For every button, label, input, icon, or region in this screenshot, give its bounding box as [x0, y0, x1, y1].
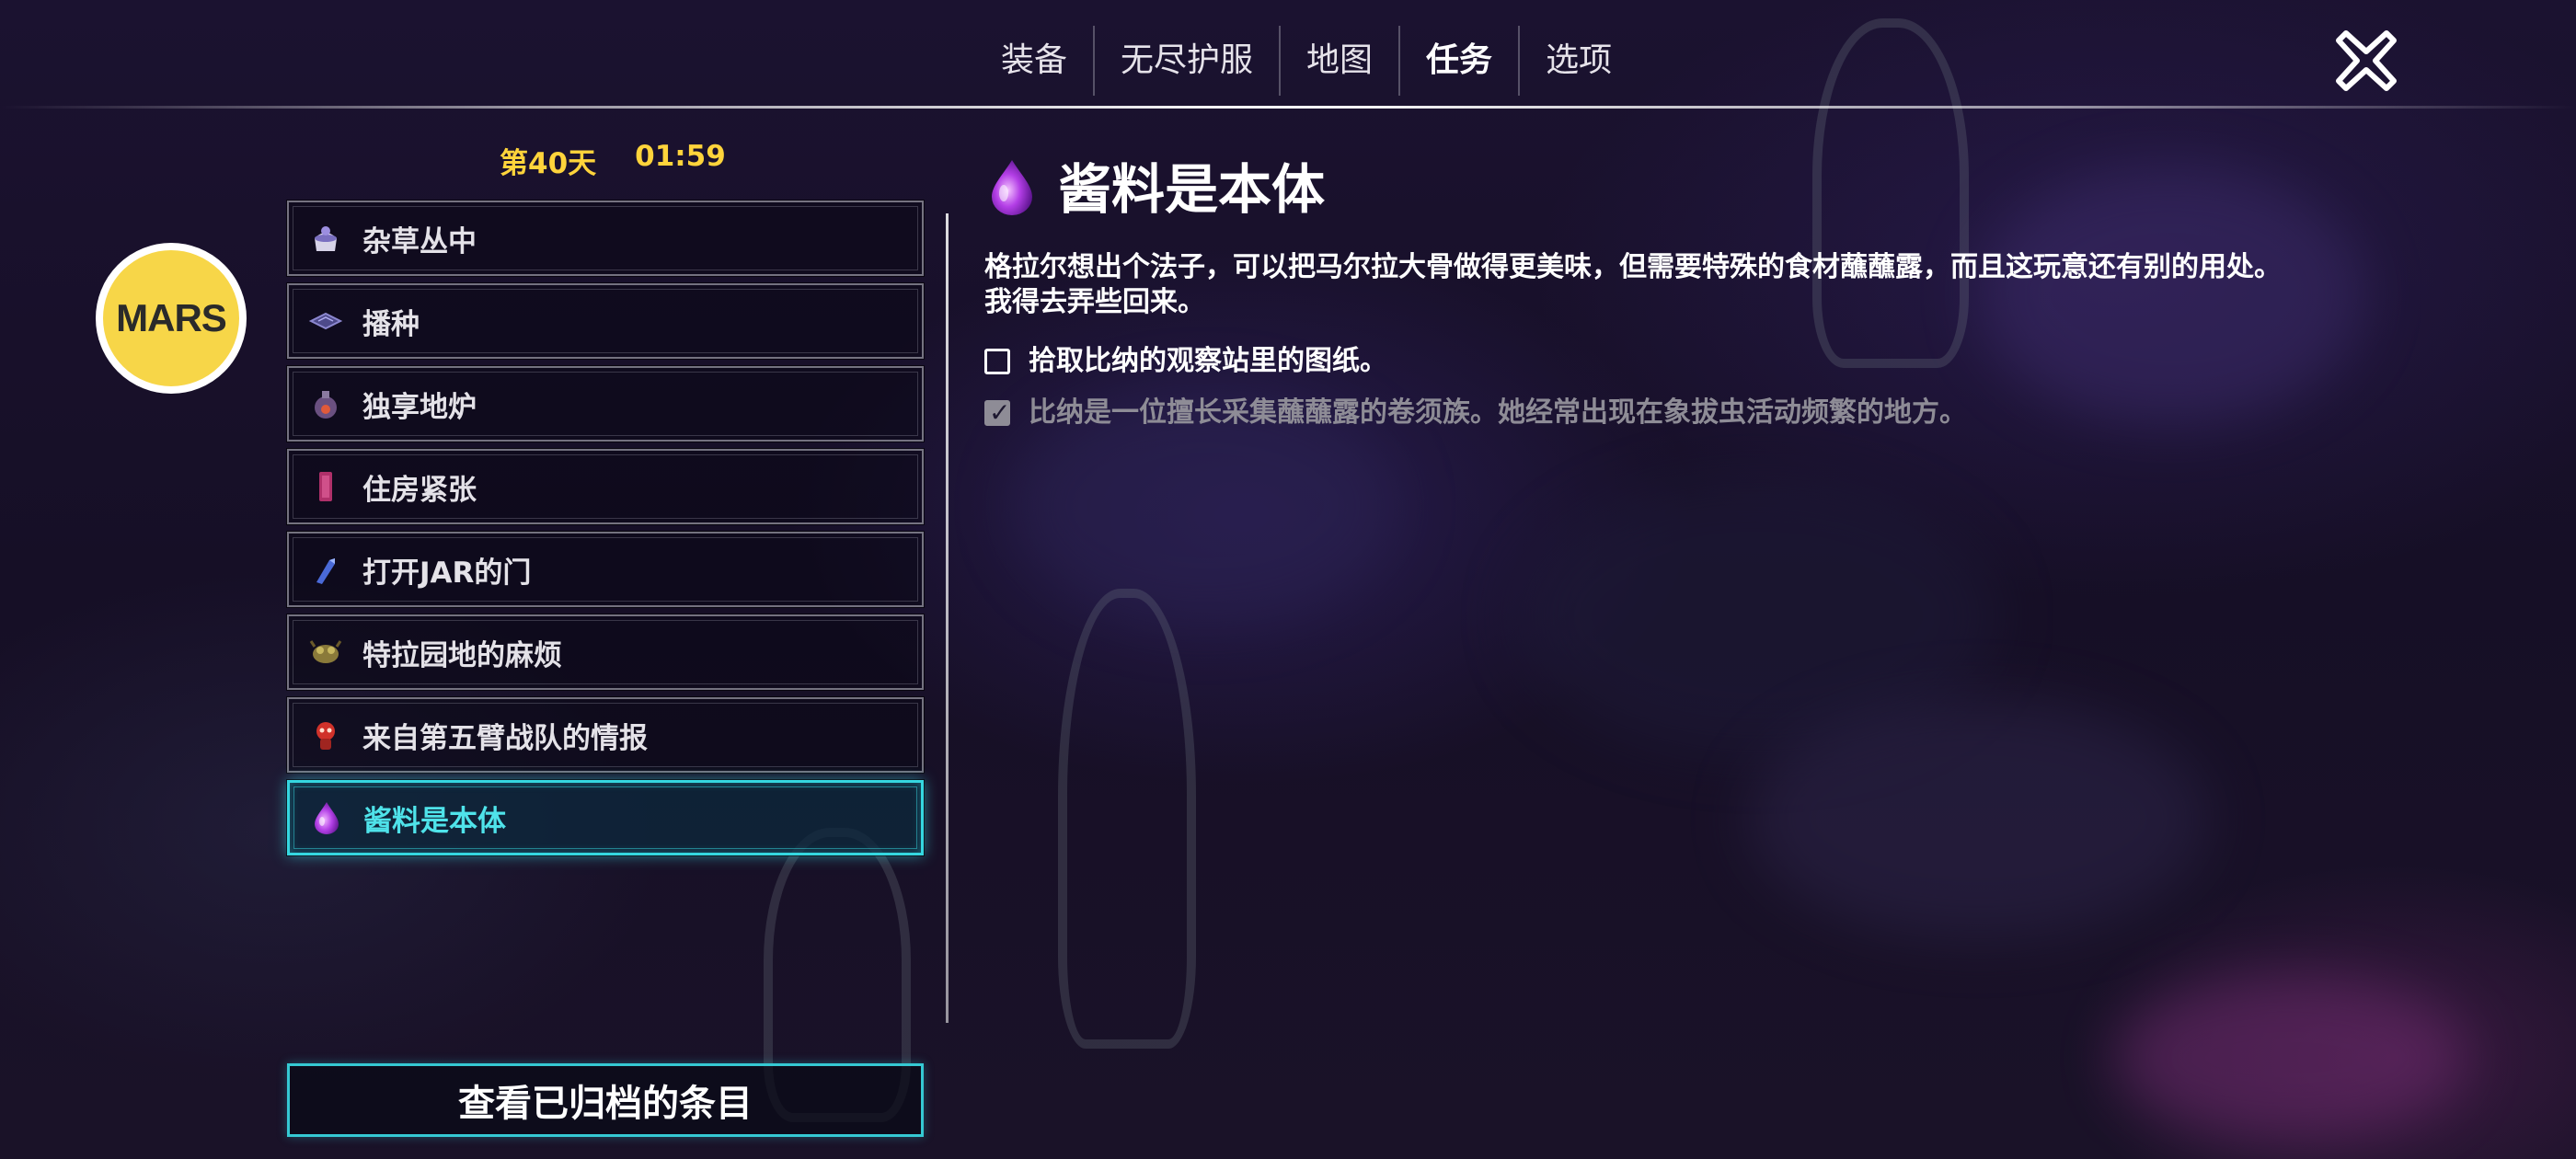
- furnace-icon: [307, 385, 344, 422]
- close-icon[interactable]: [2333, 28, 2399, 94]
- purple-droplet-icon: [984, 158, 1040, 217]
- red-alien-icon: [307, 717, 344, 753]
- seed-tray-icon: [307, 303, 344, 339]
- quest-item-jar-door[interactable]: 打开JAR的门: [286, 531, 925, 608]
- quest-label: 酱料是本体: [363, 804, 506, 838]
- tab-endless-suit[interactable]: 无尽护服: [1095, 26, 1279, 96]
- day-time-display: 第40天 01:59: [500, 140, 726, 181]
- quest-item-housing[interactable]: 住房紧张: [286, 448, 925, 525]
- tab-quests[interactable]: 任务: [1400, 26, 1518, 96]
- purple-droplet-icon: [308, 799, 345, 836]
- quest-description: 格拉尔想出个法子，可以把马尔拉大骨做得更美味，但需要特殊的食材蘸蘸露，而且这玩意…: [984, 251, 2282, 318]
- objective-text: 比纳是一位擅长采集蘸蘸露的卷须族。她经常出现在象拔虫活动频繁的地方。: [1029, 396, 1967, 429]
- quest-title: 酱料是本体: [1058, 158, 1326, 221]
- quest-label: 打开JAR的门: [362, 556, 532, 590]
- key-crystal-icon: [307, 551, 344, 588]
- door-panel-icon: [307, 468, 344, 505]
- quest-item-terra-garden[interactable]: 特拉园地的麻烦: [286, 614, 925, 691]
- mars-badge: MARS: [96, 243, 247, 394]
- panel-divider: [946, 213, 949, 1023]
- objective-item: 拾取比纳的观察站里的图纸。: [984, 344, 1387, 379]
- quest-label: 播种: [362, 307, 420, 341]
- quest-item-weeds[interactable]: 杂草丛中: [286, 200, 925, 277]
- quest-item-sauce[interactable]: 酱料是本体: [286, 779, 925, 856]
- checkmark-icon: ✓: [989, 397, 1011, 428]
- quest-item-sowing[interactable]: 播种: [286, 282, 925, 360]
- header-divider: [0, 106, 2576, 109]
- quest-label: 来自第五臂战队的情报: [362, 721, 648, 755]
- clock-time: 01:59: [635, 140, 726, 173]
- top-nav: 装备 无尽护服 地图 任务 选项: [975, 26, 1638, 96]
- quest-label: 住房紧张: [362, 473, 477, 507]
- quest-list: 杂草丛中 播种 独享地炉 住房紧张 打开JAR的门 特拉园地的麻烦 来自第五臂战…: [286, 200, 925, 863]
- objective-text: 拾取比纳的观察站里的图纸。: [1029, 345, 1387, 377]
- day-counter: 第40天: [500, 147, 597, 180]
- quest-label: 特拉园地的麻烦: [362, 638, 562, 672]
- pot-plant-icon: [307, 220, 344, 257]
- objective-checkbox[interactable]: [984, 349, 1010, 374]
- tab-map[interactable]: 地图: [1281, 26, 1398, 96]
- objective-item: ✓ 比纳是一位擅长采集蘸蘸露的卷须族。她经常出现在象拔虫活动频繁的地方。: [984, 396, 1967, 430]
- quest-label: 独享地炉: [362, 390, 477, 424]
- quest-item-furnace[interactable]: 独享地炉: [286, 365, 925, 442]
- mars-badge-label: MARS: [116, 296, 227, 339]
- tab-equipment[interactable]: 装备: [975, 26, 1093, 96]
- tab-options[interactable]: 选项: [1520, 26, 1638, 96]
- quest-item-fifth-arm-intel[interactable]: 来自第五臂战队的情报: [286, 696, 925, 774]
- quest-label: 杂草丛中: [362, 224, 477, 258]
- view-archived-button[interactable]: 查看已归档的条目: [287, 1063, 924, 1137]
- creature-icon: [307, 634, 344, 671]
- objective-checkbox-checked[interactable]: ✓: [984, 397, 1010, 428]
